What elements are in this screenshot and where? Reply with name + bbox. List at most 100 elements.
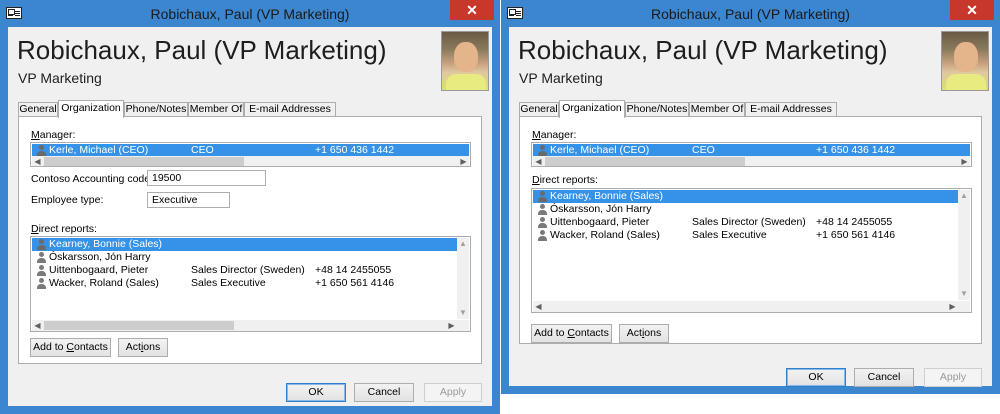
direct-reports-vscrollbar[interactable]: ▲ ▼	[457, 238, 469, 319]
scroll-thumb[interactable]	[44, 321, 234, 330]
report-phone: +48 14 2455055	[315, 264, 392, 276]
tab-member-of[interactable]: Member Of	[188, 102, 244, 117]
person-icon	[36, 265, 46, 276]
person-icon	[537, 230, 547, 241]
contact-name: Robichaux, Paul (VP Marketing)	[17, 35, 387, 65]
tab-organization[interactable]: Organization	[559, 100, 625, 118]
scroll-down-icon[interactable]: ▼	[958, 288, 970, 300]
actions-button[interactable]: Actions	[118, 338, 168, 357]
tab-general[interactable]: General	[18, 102, 58, 117]
scroll-down-icon[interactable]: ▼	[457, 307, 469, 319]
report-name: Kearney, Bonnie (Sales)	[49, 238, 163, 250]
direct-reports-hscrollbar[interactable]: ◀ ▶	[32, 320, 469, 331]
report-title: Sales Executive	[692, 229, 767, 241]
list-item[interactable]: Óskarsson, Jón Harry	[533, 203, 958, 216]
contact-photo	[941, 31, 989, 91]
direct-reports-list[interactable]: Kearney, Bonnie (Sales) Óskarsson, Jón H…	[30, 236, 471, 332]
person-icon	[537, 204, 547, 215]
manager-label: Manager:	[31, 129, 76, 141]
report-title: Sales Director (Sweden)	[191, 264, 305, 276]
manager-label: Manager:	[532, 129, 577, 141]
contact-job-title: VP Marketing	[18, 70, 102, 86]
person-icon	[36, 239, 46, 250]
person-icon	[537, 217, 547, 228]
direct-reports-vscrollbar[interactable]: ▲ ▼	[958, 190, 970, 300]
actions-button[interactable]: Actions	[619, 324, 669, 343]
tab-email-addresses[interactable]: E-mail Addresses	[745, 102, 837, 117]
contact-window-left: Robichaux, Paul (VP Marketing) ✕ Robicha…	[0, 0, 500, 414]
apply-button[interactable]: Apply	[424, 383, 482, 402]
report-name: Kearney, Bonnie (Sales)	[550, 190, 664, 202]
list-item[interactable]: Uittenbogaard, Pieter Sales Director (Sw…	[533, 216, 958, 229]
list-item[interactable]: Wacker, Roland (Sales) Sales Executive +…	[32, 277, 457, 290]
accounting-code-field[interactable]: 19500	[147, 170, 266, 186]
report-name: Uittenbogaard, Pieter	[49, 264, 149, 276]
cancel-button[interactable]: Cancel	[854, 368, 914, 387]
direct-reports-hscrollbar[interactable]: ◀ ▶	[533, 301, 970, 312]
report-title: Sales Executive	[191, 277, 266, 289]
report-phone: +1 650 561 4146	[816, 229, 896, 241]
list-item[interactable]: Kearney, Bonnie (Sales)	[32, 238, 457, 251]
report-title: Sales Director (Sweden)	[692, 216, 806, 228]
scroll-up-icon[interactable]: ▲	[457, 238, 469, 250]
organization-panel: Manager: Kerle, Michael (CEO) CEO +1 650…	[18, 116, 482, 364]
scroll-thumb[interactable]	[545, 157, 745, 166]
manager-scrollbar[interactable]: ◀ ▶	[533, 156, 970, 166]
scroll-left-icon[interactable]: ◀	[32, 156, 43, 166]
dialog-client: Robichaux, Paul (VP Marketing) VP Market…	[8, 27, 492, 406]
scroll-thumb[interactable]	[44, 157, 244, 166]
close-icon[interactable]: ✕	[450, 0, 494, 20]
title-bar[interactable]: Robichaux, Paul (VP Marketing) ✕	[501, 0, 1000, 27]
person-icon	[36, 252, 46, 263]
scroll-left-icon[interactable]: ◀	[533, 156, 544, 166]
manager-scrollbar[interactable]: ◀ ▶	[32, 156, 469, 166]
person-icon	[36, 145, 46, 156]
report-phone: +1 650 561 4146	[315, 277, 395, 289]
window-title: Robichaux, Paul (VP Marketing)	[150, 6, 350, 22]
report-name: Uittenbogaard, Pieter	[550, 216, 650, 228]
window-title: Robichaux, Paul (VP Marketing)	[651, 6, 850, 22]
ok-button[interactable]: OK	[786, 368, 846, 387]
tab-email-addresses[interactable]: E-mail Addresses	[244, 102, 336, 117]
scroll-left-icon[interactable]: ◀	[533, 301, 544, 312]
contact-name: Robichaux, Paul (VP Marketing)	[518, 35, 888, 65]
direct-reports-list[interactable]: Kearney, Bonnie (Sales) Óskarsson, Jón H…	[531, 188, 972, 313]
list-item[interactable]: Uittenbogaard, Pieter Sales Director (Sw…	[32, 264, 457, 277]
tab-general[interactable]: General	[519, 102, 559, 117]
scroll-right-icon[interactable]: ▶	[458, 156, 469, 166]
tab-organization[interactable]: Organization	[58, 100, 124, 118]
contact-window-right: Robichaux, Paul (VP Marketing) ✕ Robicha…	[501, 0, 1000, 394]
ok-button[interactable]: OK	[286, 383, 346, 402]
scroll-right-icon[interactable]: ▶	[947, 301, 958, 312]
employee-type-label: Employee type:	[31, 194, 104, 206]
accounting-code-label: Contoso Accounting code:	[31, 173, 154, 185]
scroll-right-icon[interactable]: ▶	[959, 156, 970, 166]
title-bar[interactable]: Robichaux, Paul (VP Marketing) ✕	[0, 0, 500, 27]
add-to-contacts-button[interactable]: Add to Contacts	[531, 324, 612, 343]
list-item[interactable]: Wacker, Roland (Sales) Sales Executive +…	[533, 229, 958, 242]
scroll-left-icon[interactable]: ◀	[32, 320, 43, 331]
person-icon	[36, 278, 46, 289]
cancel-button[interactable]: Cancel	[354, 383, 414, 402]
manager-list[interactable]: Kerle, Michael (CEO) CEO +1 650 436 1442…	[30, 142, 471, 167]
report-name: Óskarsson, Jón Harry	[550, 203, 652, 215]
list-item[interactable]: Óskarsson, Jón Harry	[32, 251, 457, 264]
tab-phone-notes[interactable]: Phone/Notes	[625, 102, 689, 117]
direct-reports-label: Direct reports:	[31, 223, 97, 235]
manager-list[interactable]: Kerle, Michael (CEO) CEO +1 650 436 1442…	[531, 142, 972, 167]
scroll-right-icon[interactable]: ▶	[446, 320, 457, 331]
tab-phone-notes[interactable]: Phone/Notes	[124, 102, 188, 117]
employee-type-field[interactable]: Executive	[147, 192, 230, 208]
person-icon	[537, 145, 547, 156]
scroll-up-icon[interactable]: ▲	[958, 190, 970, 202]
report-name: Óskarsson, Jón Harry	[49, 251, 151, 263]
report-phone: +48 14 2455055	[816, 216, 893, 228]
person-icon	[537, 191, 547, 202]
tab-member-of[interactable]: Member Of	[689, 102, 745, 117]
add-to-contacts-button[interactable]: Add to Contacts	[30, 338, 111, 357]
apply-button[interactable]: Apply	[924, 368, 982, 387]
list-item[interactable]: Kearney, Bonnie (Sales)	[533, 190, 958, 203]
direct-reports-label: Direct reports:	[532, 174, 598, 186]
close-icon[interactable]: ✕	[950, 0, 994, 20]
contact-job-title: VP Marketing	[519, 70, 603, 86]
